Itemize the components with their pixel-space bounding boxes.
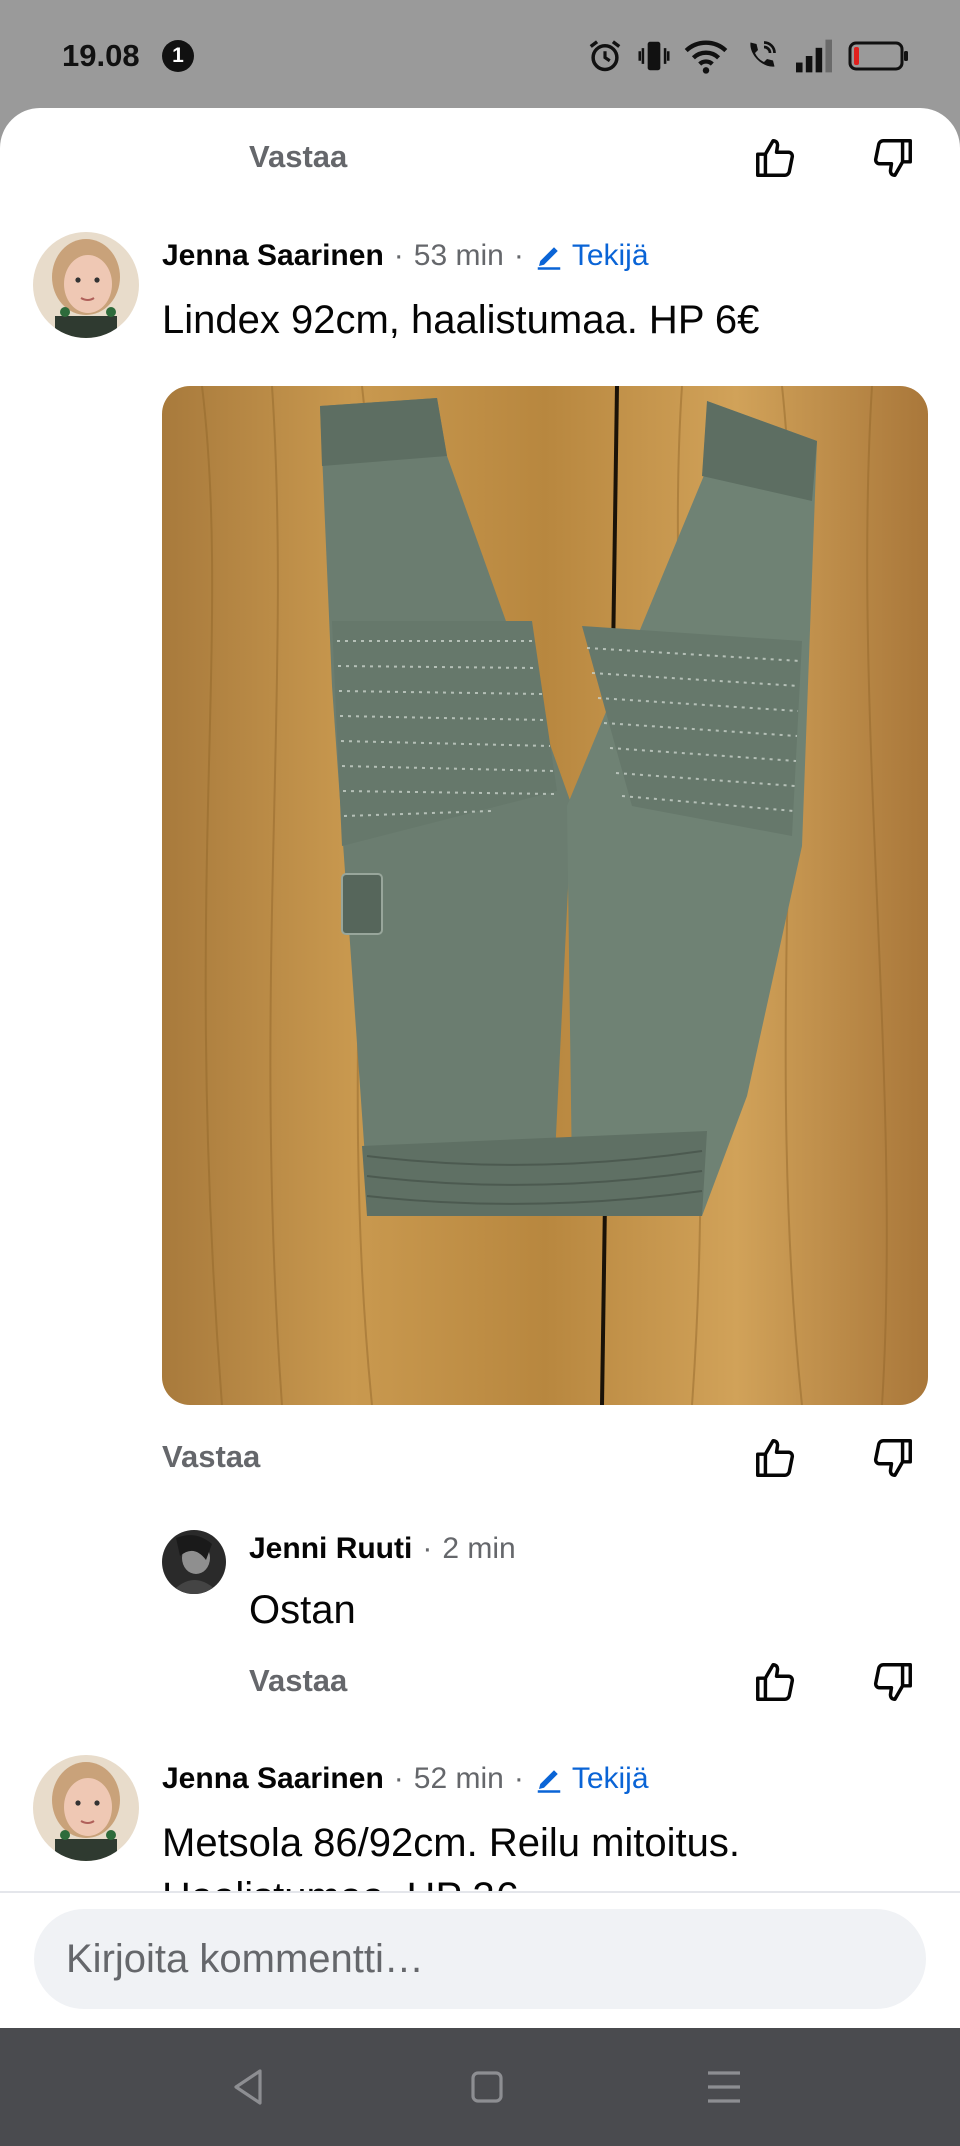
status-time: 19.08	[62, 38, 140, 73]
pencil-icon	[537, 1770, 561, 1793]
author-name[interactable]: Jenni Ruuti	[249, 1532, 412, 1566]
home-icon[interactable]	[463, 2063, 511, 2111]
vibrate-icon	[638, 41, 670, 71]
avatar[interactable]	[33, 1755, 139, 1861]
dislike-icon[interactable]	[870, 1435, 916, 1481]
separator-dot: ·	[393, 239, 404, 272]
comment-input[interactable]	[34, 1909, 926, 2009]
comments-sheet: Vastaa Jenna Saarinen · 53 min · Tekijä …	[0, 108, 960, 2028]
signal-icon	[796, 39, 832, 73]
wifi-calling-icon	[750, 41, 776, 67]
comment-meta: Jenna Saarinen · 53 min · Tekijä	[162, 236, 649, 276]
menu-icon[interactable]	[700, 2063, 748, 2111]
comment-meta: Jenni Ruuti · 2 min	[249, 1529, 516, 1569]
pencil-icon	[537, 247, 561, 270]
like-icon[interactable]	[752, 1659, 798, 1705]
comment-time: 53 min	[413, 239, 504, 272]
comment-time: 2 min	[442, 1532, 516, 1565]
comment-composer	[0, 1891, 960, 2028]
comment-text: Ostan	[249, 1588, 356, 1632]
avatar[interactable]	[33, 232, 139, 338]
author-name[interactable]: Jenna Saarinen	[162, 239, 384, 273]
comment-text: Metsola 86/92cm. Reilu mitoitus.	[162, 1821, 741, 1865]
reply-link[interactable]: Vastaa	[162, 1439, 260, 1475]
author-badge: Tekijä	[534, 239, 649, 273]
comment-time: 52 min	[413, 1762, 504, 1795]
like-icon[interactable]	[752, 135, 798, 181]
separator-dot: ·	[513, 239, 524, 272]
author-badge: Tekijä	[534, 1762, 649, 1796]
author-badge-label: Tekijä	[571, 1762, 649, 1795]
author-badge-label: Tekijä	[571, 239, 649, 272]
battery-icon	[848, 41, 908, 71]
dislike-icon[interactable]	[870, 1659, 916, 1705]
back-icon[interactable]	[224, 2063, 272, 2111]
status-bar: 19.08 1	[0, 0, 960, 110]
navigation-bar	[0, 2028, 960, 2146]
separator-dot: ·	[513, 1762, 524, 1795]
separator-dot: ·	[393, 1762, 404, 1795]
dislike-icon[interactable]	[870, 135, 916, 181]
status-icons	[586, 34, 910, 78]
avatar[interactable]	[162, 1530, 226, 1594]
like-icon[interactable]	[752, 1435, 798, 1481]
wifi-icon	[684, 40, 728, 74]
comment-meta: Jenna Saarinen · 52 min · Tekijä	[162, 1759, 649, 1799]
comment-text: Lindex 92cm, haalistumaa. HP 6€	[162, 298, 760, 342]
author-name[interactable]: Jenna Saarinen	[162, 1762, 384, 1796]
reply-link[interactable]: Vastaa	[249, 139, 347, 175]
separator-dot: ·	[422, 1532, 433, 1565]
green-kids-pants-photo[interactable]	[162, 386, 928, 1405]
reply-link[interactable]: Vastaa	[249, 1663, 347, 1699]
notification-count-badge: 1	[162, 40, 194, 72]
alarm-icon	[589, 40, 621, 72]
